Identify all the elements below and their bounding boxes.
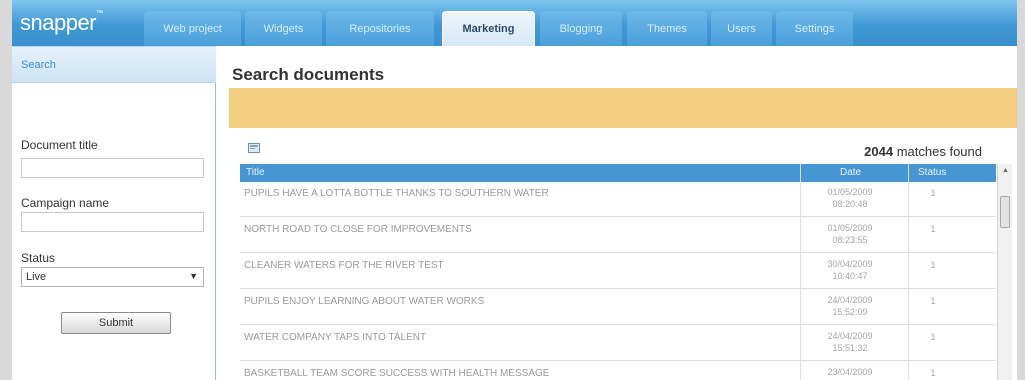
row-date: 24/04/2009 15:52:09: [827, 295, 873, 317]
campaign-name-label: Campaign name: [21, 196, 110, 210]
dropdown-arrow-icon: ▼: [189, 271, 198, 281]
row-title[interactable]: WATER COMPANY TAPS INTO TALENT: [244, 332, 426, 343]
submit-button[interactable]: Submit: [61, 312, 171, 334]
tab-marketing[interactable]: Marketing: [442, 11, 535, 46]
search-panel-heading: Search: [21, 59, 56, 71]
table-row[interactable]: BASKETBALL TEAM SCORE SUCCESS WITH HEALT…: [240, 362, 996, 380]
row-status: 1: [930, 332, 936, 342]
column-divider: [800, 164, 801, 380]
tab-blogging[interactable]: Blogging: [540, 11, 622, 46]
column-divider: [908, 164, 909, 380]
status-label: Status: [21, 251, 56, 265]
column-status-header[interactable]: Status: [918, 167, 946, 178]
match-count-text: 2044 matches found: [790, 144, 982, 159]
snapper-logo[interactable]: snapper™: [20, 10, 103, 36]
scrollbar-thumb[interactable]: [1000, 196, 1010, 228]
row-title[interactable]: PUPILS HAVE A LOTTA BOTTLE THANKS TO SOU…: [244, 188, 549, 199]
row-date: 30/04/2009 10:40:47: [827, 259, 873, 281]
page-title: Search documents: [232, 65, 385, 84]
table-row[interactable]: PUPILS HAVE A LOTTA BOTTLE THANKS TO SOU…: [240, 182, 996, 217]
table-row[interactable]: WATER COMPANY TAPS INTO TALENT 24/04/200…: [240, 326, 996, 361]
row-status: 1: [930, 224, 936, 234]
search-panel-header: Search: [12, 46, 216, 83]
tab-users[interactable]: Users: [711, 11, 772, 46]
tab-web-project[interactable]: Web project: [144, 11, 241, 46]
tab-widgets[interactable]: Widgets: [245, 11, 322, 46]
row-date: 24/04/2009 15:51:32: [827, 331, 873, 353]
table-row[interactable]: CLEANER WATERS FOR THE RIVER TEST 30/04/…: [240, 254, 996, 289]
tab-themes[interactable]: Themes: [627, 11, 707, 46]
row-title[interactable]: PUPILS ENJOY LEARNING ABOUT WATER WORKS: [244, 296, 484, 307]
message-banner: [229, 88, 1017, 128]
table-row[interactable]: NORTH ROAD TO CLOSE FOR IMPROVEMENTS 01/…: [240, 218, 996, 253]
document-title-input[interactable]: [21, 158, 204, 178]
row-title[interactable]: CLEANER WATERS FOR THE RIVER TEST: [244, 260, 444, 271]
table-row[interactable]: PUPILS ENJOY LEARNING ABOUT WATER WORKS …: [240, 290, 996, 325]
document-title-label: Document title: [21, 138, 98, 152]
row-status: 1: [930, 188, 936, 198]
row-date: 23/04/2009: [827, 367, 873, 377]
row-status: 1: [930, 260, 936, 270]
tab-repositories[interactable]: Repositories: [326, 11, 434, 46]
table-scrollbar[interactable]: ▲: [997, 164, 1012, 380]
match-suffix: matches found: [896, 144, 982, 159]
match-count: 2044: [864, 144, 894, 159]
row-status: 1: [930, 296, 936, 306]
top-navigation-bar: snapper™ Web project Widgets Repositorie…: [12, 0, 1017, 46]
column-title-header[interactable]: Title: [246, 167, 265, 178]
campaign-name-input[interactable]: [21, 212, 204, 232]
row-date: 01/05/2009 08:20:48: [827, 187, 873, 209]
row-title[interactable]: BASKETBALL TEAM SCORE SUCCESS WITH HEALT…: [244, 368, 549, 379]
row-date: 01/05/2009 08:23:55: [827, 223, 873, 245]
scroll-up-icon[interactable]: ▲: [1002, 167, 1009, 174]
documents-table: Title Date Status PUPILS HAVE A LOTTA BO…: [240, 164, 996, 380]
table-header: Title Date Status: [240, 164, 996, 182]
status-selected-value: Live: [26, 271, 47, 283]
export-icon[interactable]: [248, 142, 261, 154]
row-title[interactable]: NORTH ROAD TO CLOSE FOR IMPROVEMENTS: [244, 224, 472, 235]
tab-settings[interactable]: Settings: [776, 11, 853, 46]
row-status: 1: [930, 368, 936, 378]
column-date-header[interactable]: Date: [840, 167, 861, 178]
app-frame: snapper™ Web project Widgets Repositorie…: [12, 0, 1017, 380]
status-select[interactable]: Live ▼: [21, 267, 204, 287]
